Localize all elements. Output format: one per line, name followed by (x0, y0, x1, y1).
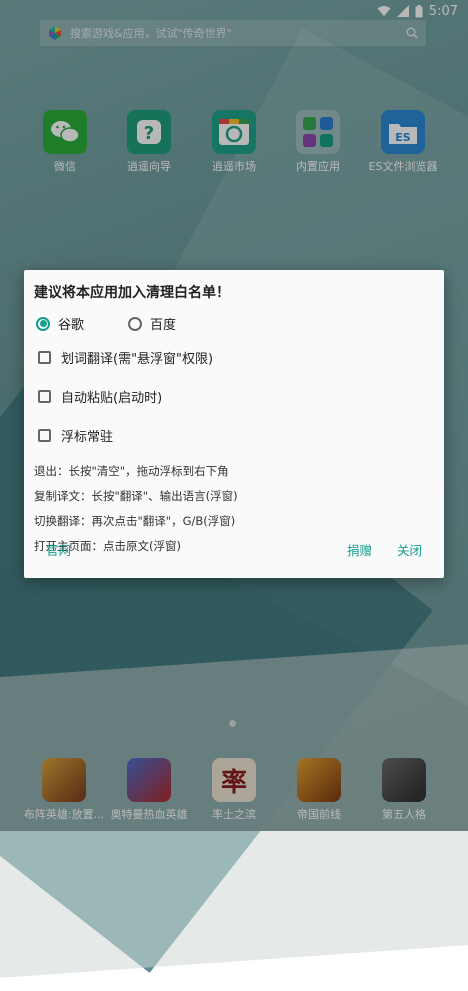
close-button[interactable]: 关闭 (397, 540, 422, 559)
official-site-button[interactable]: 官网 (46, 540, 71, 559)
info-copy: 复制译文：长按"翻译"、输出语言(浮窗) (34, 489, 238, 503)
radio-label: 百度 (150, 318, 177, 333)
checkbox-label: 划词翻译(需"悬浮窗"权限) (61, 352, 214, 367)
dialog-actions: 官网 捐赠 关闭 (24, 540, 444, 560)
info-switch: 切换翻译：再次点击"翻译"，G/B(浮窗) (34, 514, 236, 528)
donate-button[interactable]: 捐赠 (347, 540, 372, 559)
whitelist-dialog: 建议将本应用加入清理白名单！ 谷歌 百度 划词翻译(需"悬浮窗"权限) 自动粘贴… (24, 270, 444, 578)
checkbox-label: 浮标常驻 (61, 430, 114, 445)
radio-checked-icon (36, 316, 50, 331)
info-exit: 退出：长按"清空"，拖动浮标到右下角 (34, 464, 229, 478)
checkbox-unchecked-icon (38, 390, 51, 403)
radio-unchecked-icon (128, 316, 143, 331)
checkbox-unchecked-icon (38, 351, 51, 364)
checkbox-unchecked-icon (38, 429, 51, 442)
radio-google[interactable]: 谷歌 (36, 314, 84, 333)
radio-baidu[interactable]: 百度 (128, 314, 176, 333)
radio-label: 谷歌 (58, 318, 85, 333)
checkbox-label: 自动粘贴(启动时) (61, 391, 163, 406)
checkbox-float-pinned[interactable]: 浮标常驻 (38, 426, 434, 445)
checkbox-word-translate[interactable]: 划词翻译(需"悬浮窗"权限) (38, 348, 434, 367)
engine-radio-group: 谷歌 百度 (34, 314, 434, 333)
checkbox-auto-paste[interactable]: 自动粘贴(启动时) (38, 387, 434, 406)
dialog-title: 建议将本应用加入清理白名单！ (34, 285, 230, 301)
